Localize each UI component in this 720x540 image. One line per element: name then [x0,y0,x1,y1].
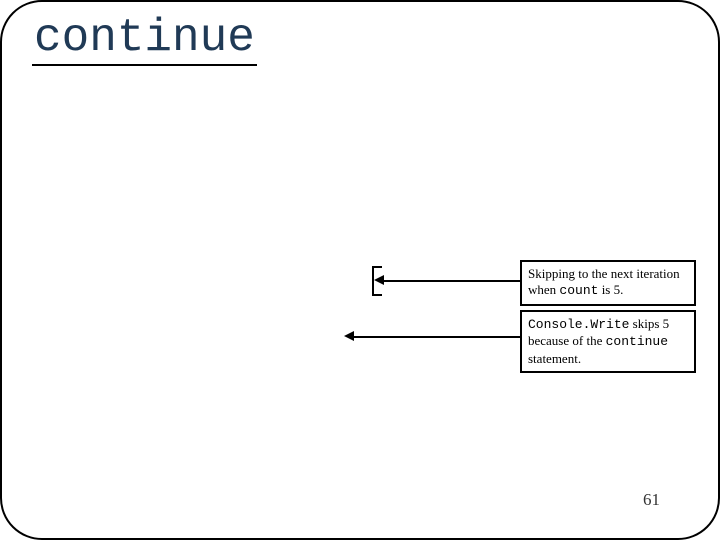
annotation-skip-line1: Skipping to the next iteration [528,266,680,281]
annotation-console-line1-code: Console.Write [528,317,629,332]
arrow-skip-head [374,275,384,285]
annotation-skip-line2-code: count [559,283,598,298]
arrow-console-line [352,336,520,338]
bracket-tip-bottom [372,294,382,296]
page-number: 61 [643,490,660,510]
annotation-console-line2-code: continue [606,334,668,349]
annotation-console-line3: statement. [528,351,581,366]
annotation-skip-line2-suffix: is 5. [598,282,623,297]
annotation-console-line2-prefix: because of the [528,333,606,348]
annotation-console-line1-suffix: skips 5 [629,316,669,331]
bracket-tip-top [372,266,382,268]
annotation-skip-line2-prefix: when [528,282,559,297]
arrow-skip-line [382,280,520,282]
annotation-skip: Skipping to the next iteration when coun… [520,260,696,306]
slide-title: continue [32,14,257,66]
annotation-console: Console.Write skips 5 because of the con… [520,310,696,373]
arrow-console-head [344,331,354,341]
slide-frame: continue Skipping to the next iteration … [0,0,720,540]
